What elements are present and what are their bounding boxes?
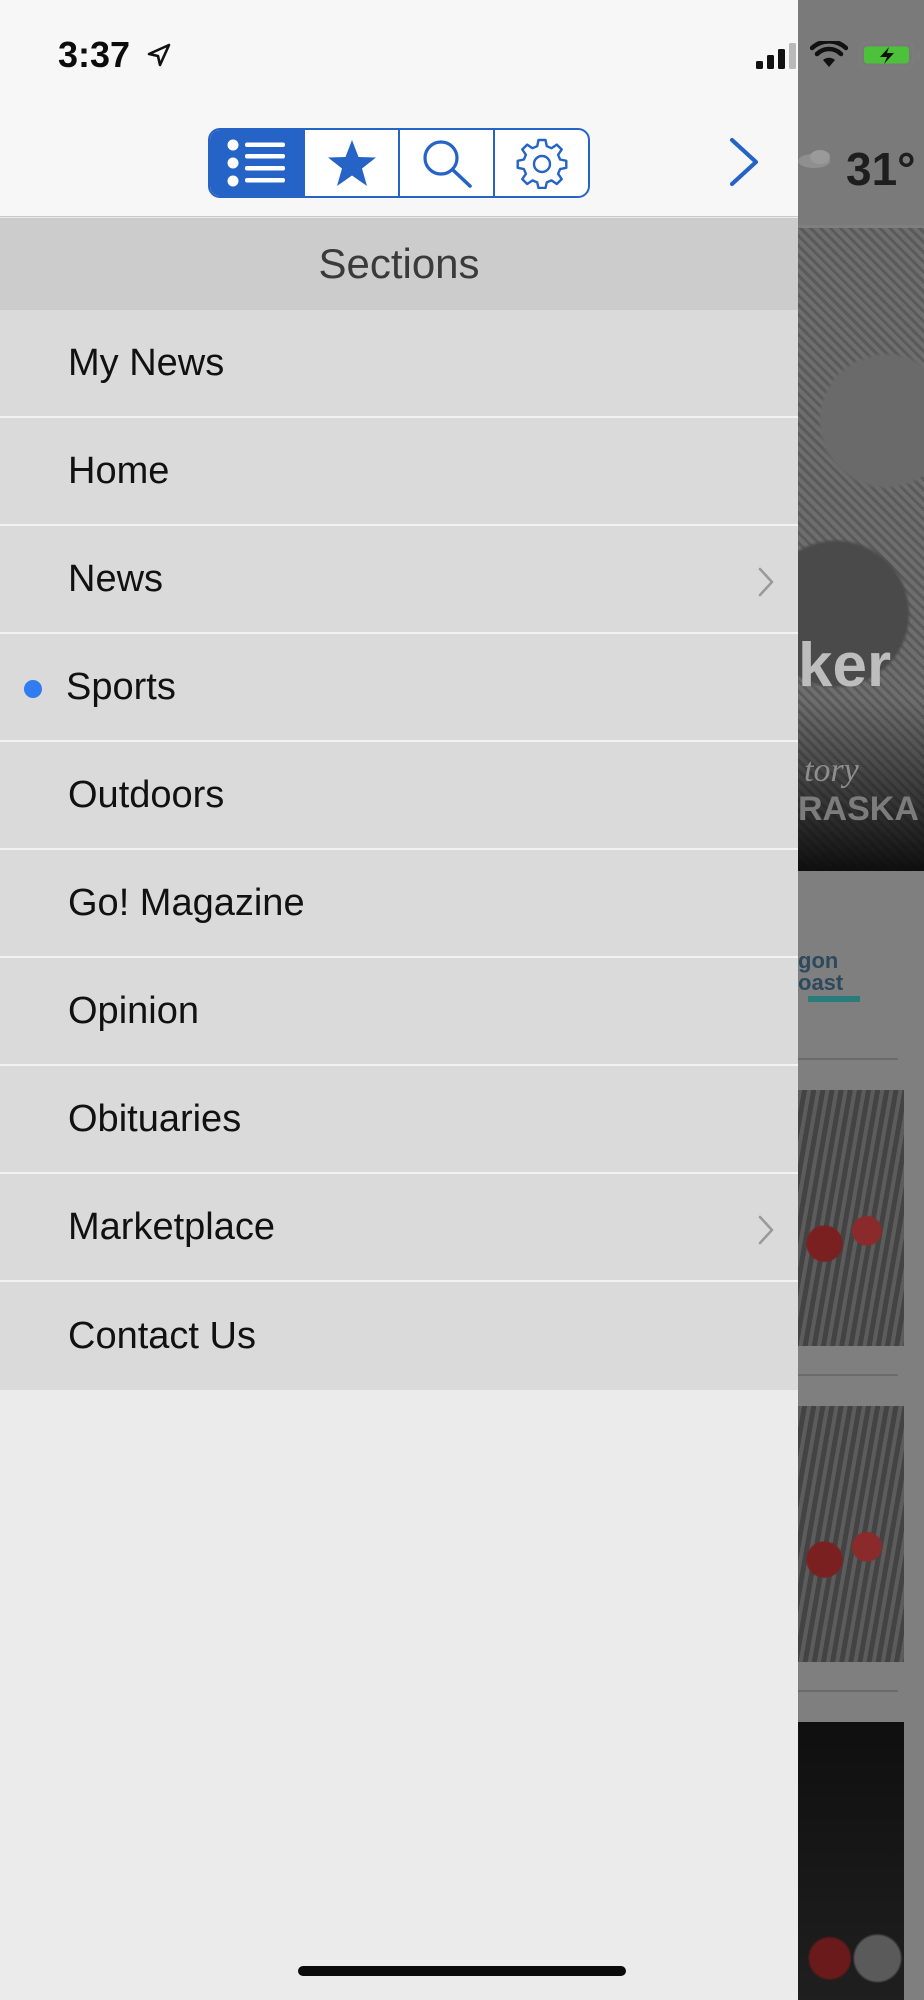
- gear-icon: [516, 138, 567, 189]
- home-indicator[interactable]: [298, 1966, 626, 1976]
- section-item-opinion[interactable]: Opinion: [0, 958, 798, 1066]
- temperature-readout: 31°: [846, 143, 916, 195]
- section-item-label: My News: [68, 341, 225, 384]
- divider: [798, 1374, 898, 1376]
- background-header: 31°: [798, 0, 924, 225]
- divider: [798, 1058, 898, 1060]
- divider: [798, 1690, 898, 1692]
- hero-title: ker: [798, 631, 892, 700]
- chevron-right-icon: [758, 567, 774, 597]
- article-thumbnail: [798, 1406, 904, 1662]
- section-item-label: Opinion: [68, 989, 199, 1032]
- section-item-label: Contact Us: [68, 1314, 256, 1357]
- chevron-right-icon[interactable]: [726, 136, 762, 188]
- section-item-go-magazine[interactable]: Go! Magazine: [0, 850, 798, 958]
- status-time: 3:37: [58, 34, 131, 75]
- cellular-signal-icon: [756, 43, 796, 69]
- navigation-segmented-control: [208, 128, 590, 198]
- tab-settings[interactable]: [495, 130, 588, 196]
- article-thumbnail: [798, 1722, 904, 2000]
- section-item-obituaries[interactable]: Obituaries: [0, 1066, 798, 1174]
- sections-header: Sections: [0, 218, 798, 310]
- chevron-right-icon: [758, 1215, 774, 1245]
- hero-subtitle-2: RASKA: [798, 790, 919, 828]
- section-item-news[interactable]: News: [0, 526, 798, 634]
- section-item-label: Outdoors: [68, 773, 225, 816]
- sponsor-logo: gon oast: [798, 950, 868, 1010]
- wifi-icon: [810, 41, 848, 67]
- section-item-label: News: [68, 557, 164, 600]
- location-arrow-icon: [147, 43, 171, 67]
- section-item-sports[interactable]: Sports: [0, 634, 798, 742]
- section-item-label: Sports: [66, 665, 176, 708]
- section-item-label: Go! Magazine: [68, 881, 305, 924]
- tab-favorites[interactable]: [305, 130, 400, 196]
- section-item-outdoors[interactable]: Outdoors: [0, 742, 798, 850]
- section-item-label: Marketplace: [68, 1205, 275, 1248]
- star-icon: [327, 140, 376, 186]
- background-page: 31° ker tory RASKA gon oast: [798, 0, 924, 2000]
- section-item-contact-us[interactable]: Contact Us: [0, 1282, 798, 1390]
- status-bar: 3:37: [0, 0, 920, 110]
- list-icon: [227, 139, 285, 187]
- sections-list: My News Home News Sports Outdoors Go! Ma…: [0, 310, 798, 1390]
- section-item-my-news[interactable]: My News: [0, 310, 798, 418]
- hero-subtitle: tory: [804, 752, 859, 789]
- selected-indicator-dot: [24, 680, 42, 698]
- cloud-icon: [798, 150, 830, 168]
- status-icons: [756, 40, 922, 70]
- section-item-label: Home: [68, 449, 170, 492]
- section-item-label: Obituaries: [68, 1097, 242, 1140]
- tab-search[interactable]: [400, 130, 495, 196]
- section-item-marketplace[interactable]: Marketplace: [0, 1174, 798, 1282]
- tab-sections[interactable]: [210, 130, 305, 196]
- search-icon: [422, 140, 472, 188]
- article-thumbnail: [798, 1090, 904, 1346]
- battery-charging-icon: [858, 40, 920, 70]
- drawer-empty-area: [0, 1390, 798, 2000]
- section-item-home[interactable]: Home: [0, 418, 798, 526]
